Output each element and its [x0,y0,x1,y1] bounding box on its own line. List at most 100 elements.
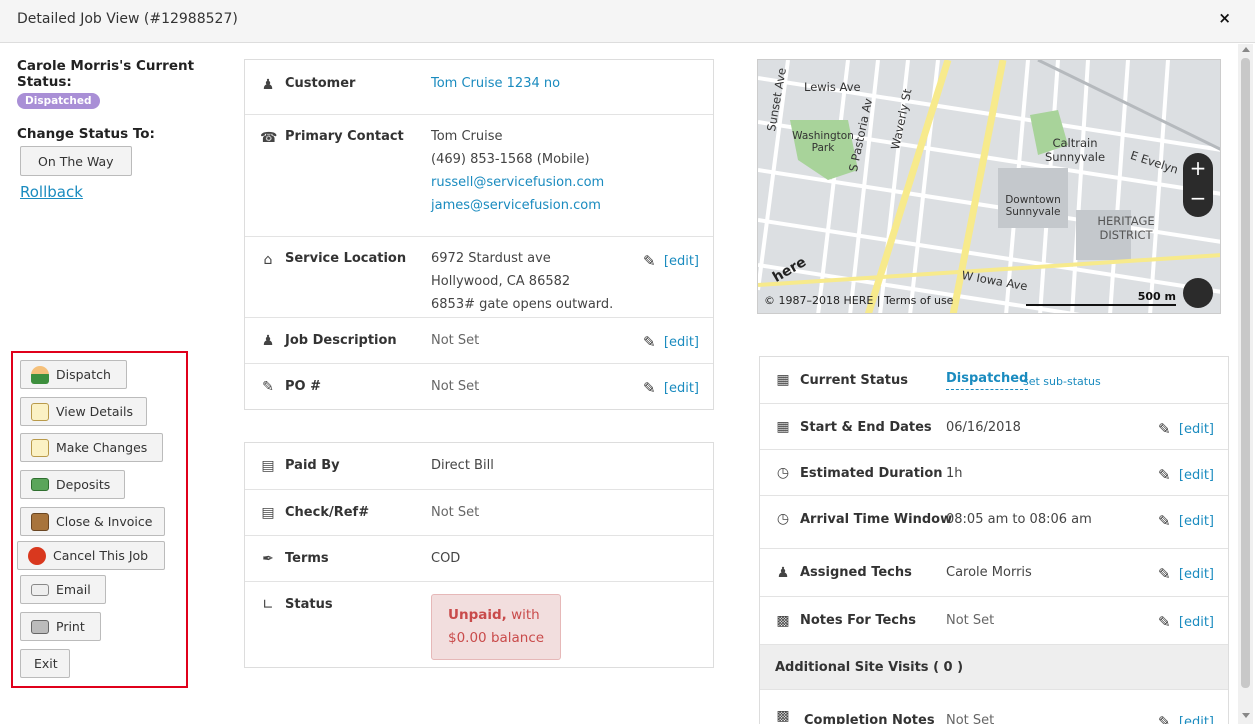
current-status-link[interactable]: Dispatched [946,369,1029,390]
notes-for-techs-label: Notes For Techs [800,613,916,628]
arrival-window-label: Arrival Time Window [800,512,953,527]
email-button[interactable]: Email [20,575,106,604]
payment-status-row: ∟ Status Unpaid, with $0.00 balance [245,581,713,667]
edit-notes-link[interactable]: [edit] [1179,615,1214,630]
map-label: Washington Park [792,130,854,154]
edit-po-link[interactable]: [edit] [664,381,699,396]
edit-duration-link[interactable]: [edit] [1179,468,1214,483]
cancel-job-button[interactable]: Cancel This Job [17,541,165,570]
edit-dates-link[interactable]: [edit] [1179,422,1214,437]
user-icon [31,365,49,384]
terms-row: ✒ Terms COD [245,535,713,581]
close-invoice-button[interactable]: Close & Invoice [20,507,165,536]
close-icon[interactable]: × [1218,9,1231,27]
notes-for-techs-value: Not Set [946,613,995,628]
vertical-scrollbar[interactable] [1238,44,1253,724]
scroll-up-icon[interactable] [1242,47,1250,52]
pencil-icon[interactable]: ✎ [1158,420,1171,438]
pencil-icon[interactable]: ✎ [1158,613,1171,631]
map-label: HERITAGE DISTRICT [1097,214,1155,242]
primary-contact-row: ☎ Primary Contact Tom Cruise (469) 853-1… [245,114,713,236]
make-changes-button[interactable]: Make Changes [20,433,163,462]
edit-description-link[interactable]: [edit] [664,335,699,350]
rollback-link[interactable]: Rollback [20,183,83,201]
current-status-label: Current Status [800,373,908,388]
payment-status-label: Status [285,597,333,612]
with-text: with [506,607,540,623]
layers-icon[interactable] [1183,278,1213,308]
check-ref-label: Check/Ref# [285,505,370,520]
pencil-icon[interactable]: ✎ [1158,466,1171,484]
contact-email-link[interactable]: russell@servicefusion.com [431,171,604,194]
edit-techs-link[interactable]: [edit] [1179,567,1214,582]
terms-label: Terms [285,551,329,566]
scroll-down-icon[interactable] [1242,713,1250,718]
job-description-label: Job Description [285,333,397,348]
arrival-window-row: ◷ Arrival Time Window 08:05 am to 08:06 … [760,495,1228,548]
duration-row: ◷ Estimated Duration 1h ✎ [edit] [760,449,1228,495]
pencil-icon[interactable]: ✎ [643,333,656,351]
job-description-row: ♟ Job Description Not Set ✎ [edit] [245,317,713,363]
pencil-icon[interactable]: ✎ [1158,512,1171,530]
clipboard-icon: ▩ [776,708,790,724]
zoom-out-button[interactable]: − [1183,183,1213,213]
pencil-icon[interactable]: ✎ [1158,713,1171,724]
change-status-label: Change Status To: [17,126,155,142]
po-label: PO # [285,379,321,394]
unpaid-text: Unpaid, [448,607,507,623]
set-sub-status-link[interactable]: set sub-status [1023,370,1101,393]
on-the-way-button[interactable]: On The Way [20,146,132,176]
assigned-techs-label: Assigned Techs [800,565,912,580]
current-status-heading: Carole Morris's Current Status: [17,58,195,90]
customer-link[interactable]: Tom Cruise 1234 no [431,72,560,95]
map-label: Caltrain Sunnyvale [1044,136,1106,164]
money-icon: ▤ [261,505,275,521]
pencil-icon[interactable]: ✎ [643,379,656,397]
exit-button[interactable]: Exit [20,649,70,678]
close-invoice-label: Close & Invoice [56,514,153,529]
scrollbar-thumb[interactable] [1241,58,1250,688]
paid-by-label: Paid By [285,458,340,473]
site-visits-row[interactable]: Additional Site Visits ( 0 ) [760,644,1228,689]
edit-completion-link[interactable]: [edit] [1179,715,1214,724]
current-status-row: ▦ Current Status Dispatched set sub-stat… [760,357,1228,403]
pencil-icon[interactable]: ✎ [643,252,656,270]
completion-notes-value: Not Set [946,713,995,724]
location-map[interactable]: Lewis Ave Washington Park S Pastoria Av … [757,59,1221,314]
view-details-button[interactable]: View Details [20,397,147,426]
contact-email-link[interactable]: james@servicefusion.com [431,194,601,217]
contact-name: Tom Cruise [431,129,503,144]
edit-box-icon: ✎ [262,379,274,395]
stopwatch-icon: ◷ [776,465,790,481]
print-button[interactable]: Print [20,612,101,641]
pencil-icon[interactable]: ✎ [1158,565,1171,583]
edit-location-link[interactable]: [edit] [664,254,699,269]
users-icon: ♟ [776,565,790,581]
check-ref-value: Not Set [431,505,480,520]
person-pin-icon: ♟ [261,333,275,349]
job-info-panel: ♟ Customer Tom Cruise 1234 no ☎ Primary … [244,59,714,410]
email-label: Email [56,582,91,597]
envelope-icon [31,583,49,596]
phone-icon: ☎ [260,130,278,146]
view-details-label: View Details [56,404,133,419]
map-label: Downtown Sunnyvale [1005,194,1061,218]
map-copyright[interactable]: © 1987–2018 HERE | Terms of use [764,294,953,307]
zoom-in-button[interactable]: + [1183,153,1213,183]
make-changes-label: Make Changes [56,440,148,455]
on-the-way-label: On The Way [38,153,114,169]
edit-arrival-link[interactable]: [edit] [1179,514,1214,529]
location-line: 6853# gate opens outward. [431,297,614,312]
dispatch-button[interactable]: Dispatch [20,360,127,389]
completion-notes-label: Completion Notes [804,713,935,724]
location-line: Hollywood, CA 86582 [431,274,571,289]
job-description-value: Not Set [431,333,480,348]
service-location-row: ⌂ Service Location 6972 Stardust ave Hol… [245,236,713,317]
print-label: Print [56,619,85,634]
customer-row: ♟ Customer Tom Cruise 1234 no [245,60,713,114]
modal-title: Detailed Job View (#12988527) [17,11,238,27]
paid-by-row: ▤ Paid By Direct Bill [245,443,713,489]
job-status-panel: ▦ Current Status Dispatched set sub-stat… [759,356,1229,724]
primary-contact-label: Primary Contact [285,129,404,144]
deposits-button[interactable]: Deposits [20,470,125,499]
